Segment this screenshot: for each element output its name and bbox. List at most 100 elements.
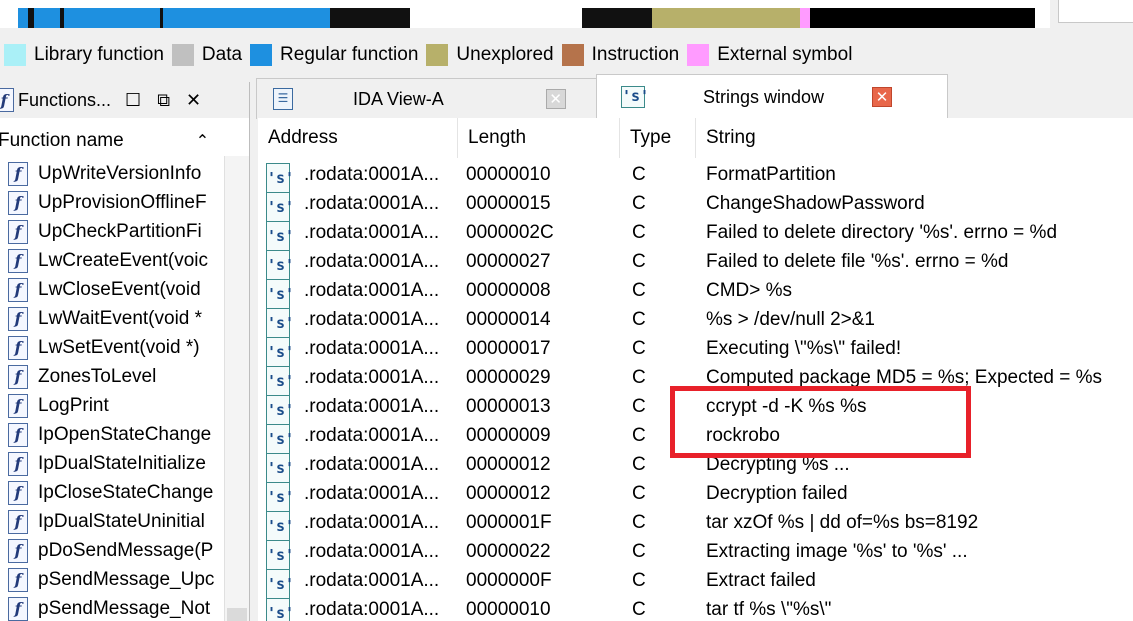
legend-swatch xyxy=(561,44,584,66)
function-name-column-header[interactable]: Function name ⌃ xyxy=(0,126,249,156)
table-row[interactable]: 's' .rodata:0001A... 00000010 C FormatPartit… xyxy=(258,160,1133,194)
legend-swatch xyxy=(426,44,449,66)
table-row[interactable]: 's' .rodata:0001A... 00000010 Ctar tf %s \"… xyxy=(258,595,1133,621)
function-name: UpProvisionOfflineF xyxy=(38,191,207,213)
scrollbar-thumb[interactable] xyxy=(227,608,247,621)
function-list-item[interactable]: f UpWriteVersionInfo xyxy=(0,159,228,188)
string-cell: Executing \"%s\" failed! xyxy=(706,338,902,359)
close-icon[interactable]: ✕ xyxy=(186,90,201,111)
maximize-icon[interactable]: ☐ xyxy=(125,90,141,111)
function-icon: f xyxy=(8,248,28,273)
navigation-band[interactable] xyxy=(0,0,1050,28)
functions-panel: f Functions... ☐ ⧉ ✕ Function name ⌃ f Up… xyxy=(0,82,250,621)
nav-segment-mark xyxy=(160,8,163,28)
column-header-type[interactable]: Type xyxy=(620,118,696,158)
function-icon: f xyxy=(8,393,28,418)
function-list-item[interactable]: f IpOpenStateChange xyxy=(0,420,228,449)
legend-library-function: Library function xyxy=(0,44,164,66)
function-name: IpOpenStateChange xyxy=(38,423,212,445)
function-list-item[interactable]: f LwWaitEvent(void * xyxy=(0,304,228,333)
length-cell: 0000001F xyxy=(466,512,552,533)
function-list-item[interactable]: f IpDualStateInitialize xyxy=(0,449,228,478)
table-row[interactable]: 's' .rodata:0001A... 00000012 C Decryption f… xyxy=(258,479,1133,513)
close-icon[interactable]: ✕ xyxy=(872,87,893,107)
function-list-item[interactable]: f pSendMessage_Not xyxy=(0,594,228,621)
legend-label: Data xyxy=(201,44,243,65)
nav-segment-external xyxy=(800,8,810,28)
table-row[interactable]: 's' .rodata:0001A... 0000000F C Extract fail… xyxy=(258,566,1133,600)
table-row[interactable]: 's' .rodata:0001A... 00000015 C ChangeShadow… xyxy=(258,189,1133,223)
type-cell: C xyxy=(632,599,646,620)
type-cell: C xyxy=(632,164,646,185)
length-cell: 00000027 xyxy=(466,251,551,272)
address-cell: .rodata:0001A... xyxy=(304,251,440,272)
address-cell: .rodata:0001A... xyxy=(304,454,440,475)
tab-ida-view-a[interactable]: ☰ IDA View-A ✕ xyxy=(256,78,598,119)
type-cell: C xyxy=(632,338,646,359)
length-cell: 00000014 xyxy=(466,309,551,330)
string-cell: Extract failed xyxy=(706,570,816,591)
navigation-band-scrollbar[interactable] xyxy=(1058,0,1133,23)
nav-segment-mark xyxy=(60,8,64,28)
tab-strings-window[interactable]: 's' Strings window ✕ xyxy=(596,74,948,119)
float-icon[interactable]: ⧉ xyxy=(157,90,170,111)
function-list-item[interactable]: f IpCloseStateChange xyxy=(0,478,228,507)
function-list-item[interactable]: f LwSetEvent(void *) xyxy=(0,333,228,362)
function-list-item[interactable]: f UpCheckPartitionFi xyxy=(0,217,228,246)
length-cell: 00000015 xyxy=(466,193,551,214)
column-label: String xyxy=(706,127,756,148)
column-header-length[interactable]: Length xyxy=(458,118,620,158)
function-list-item[interactable]: f ZonesToLevel xyxy=(0,362,228,391)
function-icon: f xyxy=(0,88,14,112)
tab-label: Strings window xyxy=(703,86,825,107)
address-cell: .rodata:0001A... xyxy=(304,541,440,562)
function-icon: f xyxy=(8,161,28,186)
string-cell: CMD> %s xyxy=(706,280,793,301)
tab-bar: ☰ IDA View-A ✕ 's' Strings window ✕ xyxy=(256,74,1133,119)
sort-ascending-icon: ⌃ xyxy=(195,133,210,150)
function-icon: f xyxy=(8,451,28,476)
table-row[interactable]: 's' .rodata:0001A... 00000008 C CMD> %s xyxy=(258,276,1133,310)
function-name: pSendMessage_Not xyxy=(38,597,211,619)
strings-table-header: Address Length Type String xyxy=(258,118,1133,158)
table-row[interactable]: 's' .rodata:0001A... 00000022 C Extracting i… xyxy=(258,537,1133,571)
legend-label: External symbol xyxy=(717,44,853,65)
table-row[interactable]: 's' .rodata:0001A... 00000027 C Failed to de… xyxy=(258,247,1133,281)
address-cell: .rodata:0001A... xyxy=(304,309,440,330)
length-cell: 00000029 xyxy=(466,367,551,388)
function-list: f UpWriteVersionInfo f UpProvisionOfflineF f… xyxy=(0,159,228,621)
nav-segment-unexplored xyxy=(652,8,800,28)
length-cell: 00000012 xyxy=(466,483,551,504)
column-header-address[interactable]: Address xyxy=(258,118,458,158)
function-list-item[interactable]: f IpDualStateUninitial xyxy=(0,507,228,536)
table-row[interactable]: 's' .rodata:0001A... 00000014 C %s > /dev/nu… xyxy=(258,305,1133,339)
function-icon: f xyxy=(8,567,28,592)
length-cell: 00000013 xyxy=(466,396,551,417)
length-cell: 00000017 xyxy=(466,338,551,359)
table-row[interactable]: 's' .rodata:0001A... 0000001F Ctar xzOf %s … xyxy=(258,508,1133,542)
function-name: ZonesToLevel xyxy=(38,365,157,387)
type-cell: C xyxy=(632,570,646,591)
function-list-item[interactable]: f LwCloseEvent(void xyxy=(0,275,228,304)
address-cell: .rodata:0001A... xyxy=(304,425,440,446)
function-list-item[interactable]: f LwCreateEvent(voic xyxy=(0,246,228,275)
function-icon: f xyxy=(8,277,28,302)
table-row[interactable]: 's' .rodata:0001A... 0000002C C Failed to de… xyxy=(258,218,1133,252)
function-list-item[interactable]: f pSendMessage_Upc xyxy=(0,565,228,594)
table-row[interactable]: 's' .rodata:0001A... 00000017 C Executing \"… xyxy=(258,334,1133,368)
tab-label: IDA View-A xyxy=(353,88,444,109)
address-cell: .rodata:0001A... xyxy=(304,512,440,533)
type-cell: C xyxy=(632,280,646,301)
close-icon[interactable]: ✕ xyxy=(545,89,566,109)
legend-data: Data xyxy=(171,44,243,66)
function-list-item[interactable]: f UpProvisionOfflineF xyxy=(0,188,228,217)
length-cell: 00000012 xyxy=(466,454,551,475)
function-list-item[interactable]: f LogPrint xyxy=(0,391,228,420)
type-cell: C xyxy=(632,454,646,475)
function-list-item[interactable]: f pDoSendMessage(P xyxy=(0,536,228,565)
type-cell: C xyxy=(632,222,646,243)
function-icon: f xyxy=(8,335,28,360)
legend-unexplored: Unexplored xyxy=(426,44,554,66)
column-header-string[interactable]: String xyxy=(696,118,1133,158)
functions-scrollbar[interactable] xyxy=(224,156,249,621)
